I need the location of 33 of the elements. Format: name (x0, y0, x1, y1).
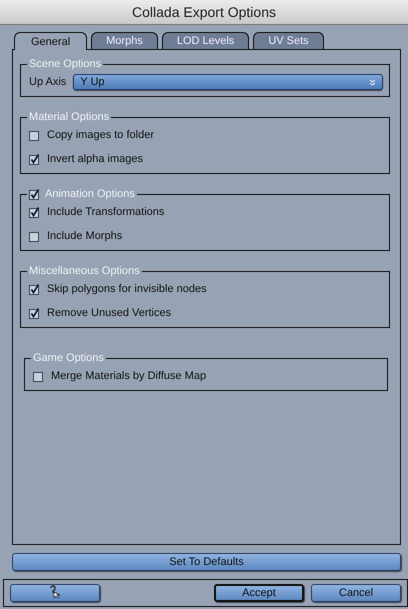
checkbox[interactable] (29, 284, 40, 294)
checkbox[interactable] (33, 370, 44, 382)
group-title: Material Options (29, 111, 110, 123)
checkbox-label: Include Transformations (47, 206, 164, 218)
checkbox[interactable] (29, 130, 40, 140)
cancel-button[interactable]: Cancel (311, 584, 401, 602)
checkbox-label: Include Morphs (47, 230, 122, 242)
checkbox-label: Skip polygons for invisible nodes (47, 283, 207, 295)
window-title: Collada Export Options (0, 0, 408, 25)
tab[interactable]: General (14, 32, 88, 50)
defaults-button[interactable]: Set To Defaults (12, 553, 401, 571)
group-title: Miscellaneous Options (29, 265, 140, 277)
checkbox-label: Copy images to folder (47, 129, 154, 141)
checkbox-label: Remove Unused Vertices (47, 307, 172, 319)
pointer-icon (48, 585, 62, 599)
dropdown[interactable]: Y Up (73, 74, 383, 90)
tab[interactable]: LOD Levels (162, 32, 250, 49)
checkbox[interactable] (29, 308, 40, 318)
chevron-icon (369, 78, 376, 86)
checkbox[interactable] (29, 230, 40, 242)
checkbox[interactable] (29, 206, 40, 218)
help-button[interactable] (10, 584, 100, 602)
group-title: Scene Options (29, 58, 102, 70)
checkbox-label: Merge Materials by Diffuse Map (51, 370, 206, 382)
group-title: Game Options (33, 352, 104, 364)
checkbox[interactable] (29, 188, 40, 200)
tab[interactable]: Morphs (91, 32, 158, 49)
accept-button[interactable]: Accept (214, 584, 304, 602)
tab[interactable]: UV Sets (253, 32, 324, 49)
field-label: Up Axis (29, 76, 66, 88)
checkbox[interactable] (29, 154, 40, 164)
checkbox-label: Invert alpha images (47, 153, 143, 165)
group-title: Animation Options (45, 188, 135, 200)
